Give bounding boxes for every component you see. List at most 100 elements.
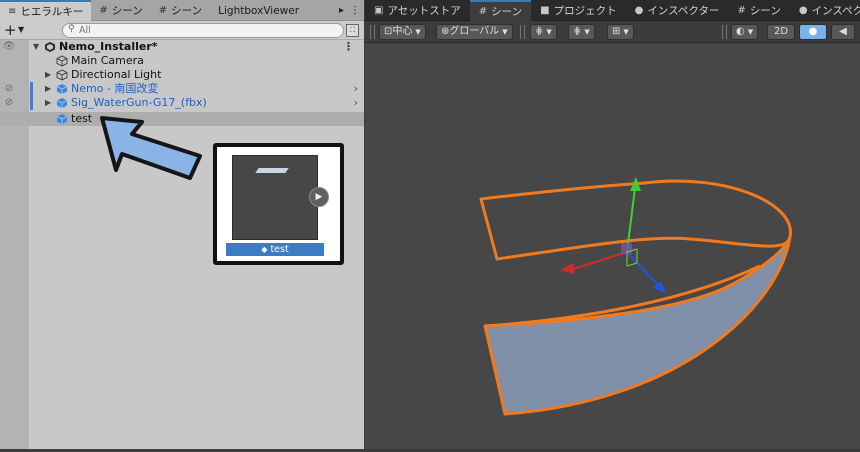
hierarchy-item[interactable]: ⊘ ▶ Nemo - 南国改変 › [0, 82, 364, 96]
grid-visibility-button[interactable]: ⊞ ▼ [607, 24, 634, 40]
scene-grid-icon: # [478, 6, 488, 17]
tab-scene-2[interactable]: # シーン [151, 0, 210, 21]
gameobject-cube-icon [56, 55, 68, 67]
store-icon: ▣ [374, 5, 384, 16]
hierarchy-item[interactable]: ⊘ ▶ Sig_WaterGun-G17_(fbx) › [0, 96, 364, 110]
tab-label: アセットストア [387, 5, 461, 17]
search-field[interactable]: ⚲ [62, 23, 344, 38]
caret-down-icon: ▼ [584, 28, 590, 36]
info-icon: ● [798, 5, 808, 16]
hierarchy-panel: ≡ ヒエラルキー # シーン # シーン LightboxViewer ▸ ⋮ … [0, 0, 364, 449]
tab-overflow-button[interactable]: ▸ ⋮ [335, 0, 364, 20]
prefab-cube-icon [56, 83, 68, 95]
grid-snap-button[interactable]: ⋕ ▼ [530, 24, 557, 40]
kebab-menu-icon[interactable]: ⋮ [350, 5, 360, 16]
tab-label: シーン [171, 5, 203, 17]
tab-label: プロジェクト [553, 5, 617, 17]
kebab-menu-icon[interactable]: ⋮ [343, 40, 354, 54]
tab-label: シーン [749, 5, 781, 17]
tab-label: ヒエラルキー [20, 6, 84, 18]
root-object-label: Nemo_Installer* [59, 40, 158, 53]
caret-down-icon: ▼ [502, 28, 508, 36]
item-label: Sig_WaterGun-G17_(fbx) [71, 96, 207, 109]
chevron-right-icon[interactable]: › [354, 82, 358, 96]
expand-right-icon[interactable]: ▶ [45, 68, 51, 82]
grid-ruler-icon: ⊞ [612, 26, 621, 37]
tab-scene-2[interactable]: # シーン [728, 0, 789, 21]
item-label: Directional Light [71, 68, 162, 81]
snap-icon: ⋕ [573, 26, 582, 37]
lightbulb-icon: ● [808, 26, 818, 37]
add-object-button[interactable]: + [4, 22, 17, 38]
space-dropdown[interactable]: ⊕グローバル ▼ [436, 24, 513, 40]
chevron-right-icon[interactable]: › [354, 96, 358, 110]
tab-hierarchy[interactable]: ≡ ヒエラルキー [0, 0, 92, 21]
toolbar-grip-icon [722, 25, 727, 39]
grid-snap-icon: ⋕ [535, 26, 544, 37]
preview-mesh-shape [255, 168, 289, 173]
tab-project[interactable]: ■ プロジェクト [531, 0, 625, 21]
info-icon: ● [634, 5, 644, 16]
preview-name-label: ◆ test [226, 243, 324, 256]
scene-grid-icon: # [158, 5, 168, 16]
audio-toggle-button[interactable]: ◀ [831, 24, 855, 40]
increment-snap-button[interactable]: ⋕ ▼ [568, 24, 595, 40]
caret-down-icon: ▼ [747, 28, 754, 36]
gizmo-y-axis [626, 187, 636, 253]
scene-filter-icon[interactable]: ⛶ [346, 24, 359, 37]
scene-grid-icon: # [737, 5, 746, 16]
caret-down-icon[interactable]: ▼ [18, 25, 24, 34]
tab-inspector-2[interactable]: ● インスペクター [790, 0, 860, 21]
hierarchy-root-row[interactable]: 👁 ▼ Nemo_Installer* ⋮ [0, 40, 364, 54]
audio-icon: ◀ [839, 26, 847, 37]
shading-mode-dropdown[interactable]: ◐ ▼ [731, 24, 759, 40]
tab-label: シーン [491, 6, 523, 18]
chevron-right-icon: ▸ [338, 4, 344, 16]
tab-asset-store[interactable]: ▣ アセットストア [365, 0, 470, 21]
tab-scene[interactable]: # シーン [469, 0, 532, 21]
play-icon[interactable]: ▶ [309, 187, 329, 207]
eye-icon[interactable]: 👁 [1, 40, 17, 54]
tab-label: シーン [111, 5, 143, 17]
scene-grid-icon: # [99, 5, 108, 16]
item-label: Main Camera [71, 54, 144, 67]
item-label: Nemo - 南国改変 [71, 82, 159, 95]
prefab-cube-icon [56, 97, 68, 109]
expand-down-icon[interactable]: ▼ [33, 40, 39, 54]
caret-down-icon: ▼ [623, 28, 629, 36]
hierarchy-tab-bar: ≡ ヒエラルキー # シーン # シーン LightboxViewer ▸ ⋮ [0, 0, 364, 21]
pivot-label: 中心 [392, 26, 413, 37]
scene-viewport[interactable] [365, 43, 860, 449]
expand-right-icon[interactable]: ▶ [45, 82, 51, 96]
eye-hidden-icon[interactable]: ⊘ [1, 96, 17, 110]
space-label: グローバル [449, 26, 500, 37]
toggle-2d-button[interactable]: 2D [767, 24, 795, 40]
tab-label: インスペクター [647, 5, 720, 17]
lighting-toggle-button[interactable]: ● [799, 24, 827, 40]
search-input[interactable] [79, 24, 329, 37]
list-icon: ≡ [8, 6, 17, 17]
folder-icon: ■ [540, 5, 550, 16]
pointer-arrow-icon [100, 116, 202, 180]
hierarchy-item[interactable]: Main Camera [0, 54, 364, 68]
tab-lightbox-viewer[interactable]: LightboxViewer [210, 0, 307, 21]
hierarchy-item[interactable]: ▶ Directional Light [0, 68, 364, 82]
scene-render[interactable] [365, 43, 860, 449]
gizmo-x-arrowhead [560, 263, 575, 274]
gizmo-x-axis [569, 251, 628, 271]
scene-toolbar: ⊡中心 ▼ ⊕グローバル ▼ ⋕ ▼ ⋕ ▼ ⊞ ▼ ◐ ▼ 2D ● ◀ [365, 21, 860, 43]
sphere-icon: ◐ [736, 26, 745, 37]
mesh-cube-icon: ◆ [261, 245, 268, 254]
tab-label: インスペクター [811, 5, 860, 17]
prefab-override-marker [30, 82, 33, 96]
tab-inspector[interactable]: ● インスペクター [626, 0, 729, 21]
gizmo-z-axis [626, 251, 659, 286]
pivot-dropdown[interactable]: ⊡中心 ▼ [379, 24, 426, 40]
preview-thumbnail [232, 155, 318, 240]
expand-right-icon[interactable]: ▶ [45, 96, 51, 110]
tab-scene[interactable]: # シーン [91, 0, 150, 21]
search-icon: ⚲ [68, 24, 75, 34]
preview-name-text: test [270, 244, 289, 255]
eye-hidden-icon[interactable]: ⊘ [1, 82, 17, 96]
asset-preview-popup: ▶ ◆ test [213, 143, 344, 265]
